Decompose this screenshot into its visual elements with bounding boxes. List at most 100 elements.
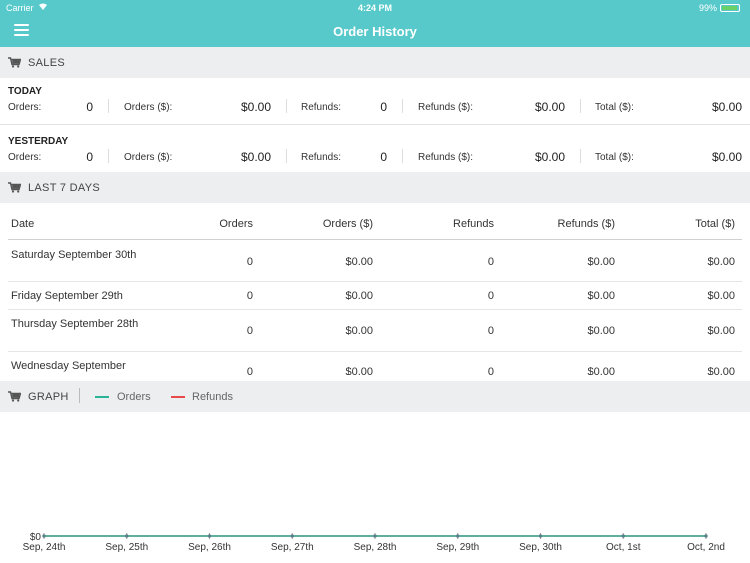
data-point-orders xyxy=(42,534,46,538)
row-orders-amount: $0.00 xyxy=(345,290,373,302)
today-orders-label: Orders: xyxy=(8,102,42,113)
legend-orders-label[interactable]: Orders xyxy=(117,391,151,403)
page-title: Order History xyxy=(333,24,417,39)
data-point-orders xyxy=(207,534,212,538)
x-tick-label: Sep, 28th xyxy=(354,542,397,553)
legend-refunds-label[interactable]: Refunds xyxy=(192,391,233,403)
row-total: $0.00 xyxy=(707,290,735,302)
cart-icon xyxy=(8,182,21,193)
yesterday-refunds-amount-value: $0.00 xyxy=(534,150,565,164)
divider xyxy=(402,149,403,163)
line-chart[interactable]: $0Sep, 24th Sep, 25th Sep, 26th Sep, 27th Se… xyxy=(0,412,750,563)
table-row[interactable]: Wednesday September 0 $0.00 0 $0.00 $0.0… xyxy=(8,352,742,375)
cart-icon xyxy=(8,57,21,68)
column-header-date: Date xyxy=(11,218,35,230)
legend-orders-swatch xyxy=(95,396,109,398)
today-orders-amount-label: Orders ($): xyxy=(124,102,173,113)
yesterday-total-label: Total ($): xyxy=(595,152,634,163)
sales-section-header: SALES xyxy=(0,47,750,78)
sales-header-label: SALES xyxy=(28,57,65,69)
yesterday-orders-label: Orders: xyxy=(8,152,42,163)
yesterday-title: YESTERDAY xyxy=(8,136,69,147)
row-refunds: 0 xyxy=(487,366,494,375)
yesterday-summary: YESTERDAY Orders: 0 Orders ($): $0.00 Re… xyxy=(0,128,750,172)
row-total: $0.00 xyxy=(707,256,735,268)
divider xyxy=(286,99,287,113)
divider xyxy=(580,99,581,113)
row-orders-amount: $0.00 xyxy=(345,325,373,337)
column-header-orders-amount: Orders ($) xyxy=(322,218,373,230)
row-orders: 0 xyxy=(246,325,253,337)
row-refunds: 0 xyxy=(487,256,494,268)
column-header-orders: Orders xyxy=(219,218,253,230)
today-refunds-label: Refunds: xyxy=(301,102,342,113)
data-point-orders xyxy=(456,534,460,538)
today-summary: TODAY Orders: 0 Orders ($): $0.00 Refund… xyxy=(0,78,750,124)
data-point-orders xyxy=(704,534,708,538)
data-point-orders xyxy=(125,534,129,538)
row-date: Friday September 29th xyxy=(11,290,123,302)
data-point-orders xyxy=(290,534,294,538)
row-refunds: 0 xyxy=(487,290,494,302)
row-refunds-amount: $0.00 xyxy=(587,366,615,375)
yesterday-orders-value: 0 xyxy=(86,150,93,164)
today-total-value: $0.00 xyxy=(711,100,742,114)
row-date: Thursday September 28th xyxy=(11,318,139,330)
x-tick-label: Sep, 25th xyxy=(105,542,148,553)
column-header-refunds: Refunds xyxy=(453,218,494,230)
legend-refunds-swatch xyxy=(171,396,185,398)
yesterday-orders-amount-label: Orders ($): xyxy=(124,152,173,163)
row-total: $0.00 xyxy=(707,366,735,375)
x-tick-label: Sep, 29th xyxy=(436,542,479,553)
divider xyxy=(580,149,581,163)
today-total-label: Total ($): xyxy=(595,102,634,113)
row-date: Saturday September 30th xyxy=(11,249,137,261)
graph-section-header: GRAPH Orders Refunds xyxy=(0,381,750,412)
x-tick-label: Sep, 27th xyxy=(271,542,314,553)
divider xyxy=(0,124,750,125)
today-refunds-amount-label: Refunds ($): xyxy=(418,102,474,113)
status-bar: Carrier 4:24 PM 99% xyxy=(0,0,750,16)
today-refunds-amount-value: $0.00 xyxy=(534,100,565,114)
row-total: $0.00 xyxy=(707,325,735,337)
row-orders: 0 xyxy=(246,290,253,302)
column-header-total: Total ($) xyxy=(695,218,735,230)
top-bar: Carrier 4:24 PM 99% Order History xyxy=(0,0,750,47)
data-point-orders xyxy=(538,534,543,538)
last7-table[interactable]: Date Orders Orders ($) Refunds Refunds (… xyxy=(8,203,742,375)
column-header-refunds-amount: Refunds ($) xyxy=(557,218,615,230)
last7-section-header: LAST 7 DAYS xyxy=(0,172,750,203)
yesterday-refunds-label: Refunds: xyxy=(301,152,342,163)
battery-icon xyxy=(720,4,740,12)
x-tick-label: Oct, 2nd xyxy=(687,542,725,553)
today-orders-amount-value: $0.00 xyxy=(240,100,271,114)
table-row[interactable]: Saturday September 30th 0 $0.00 0 $0.00 … xyxy=(8,240,742,282)
x-tick-label: Sep, 30th xyxy=(519,542,562,553)
today-title: TODAY xyxy=(8,86,42,97)
row-refunds: 0 xyxy=(487,325,494,337)
row-date: Wednesday September xyxy=(11,360,126,372)
today-refunds-value: 0 xyxy=(380,100,387,114)
last7-header-label: LAST 7 DAYS xyxy=(28,182,100,194)
table-row[interactable]: Thursday September 28th 0 $0.00 0 $0.00 … xyxy=(8,310,742,352)
data-point-orders xyxy=(621,534,625,538)
yesterday-refunds-amount-label: Refunds ($): xyxy=(418,152,474,163)
table-header-row: Date Orders Orders ($) Refunds Refunds (… xyxy=(8,203,742,240)
x-tick-label: Oct, 1st xyxy=(606,542,641,553)
battery-percent: 99% xyxy=(698,3,717,13)
graph-header-label: GRAPH xyxy=(28,391,69,403)
data-point-orders xyxy=(373,534,377,538)
row-orders-amount: $0.00 xyxy=(345,366,373,375)
today-orders-value: 0 xyxy=(86,100,93,114)
divider xyxy=(79,388,80,403)
row-orders: 0 xyxy=(246,256,253,268)
x-tick-label: Sep, 26th xyxy=(188,542,231,553)
yesterday-refunds-value: 0 xyxy=(380,150,387,164)
table-row[interactable]: Friday September 29th 0 $0.00 0 $0.00 $0… xyxy=(8,282,742,310)
yesterday-total-value: $0.00 xyxy=(711,150,742,164)
divider xyxy=(108,99,109,113)
x-tick-label: Sep, 24th xyxy=(23,542,66,553)
row-orders: 0 xyxy=(246,366,253,375)
row-refunds-amount: $0.00 xyxy=(587,256,615,268)
divider xyxy=(108,149,109,163)
